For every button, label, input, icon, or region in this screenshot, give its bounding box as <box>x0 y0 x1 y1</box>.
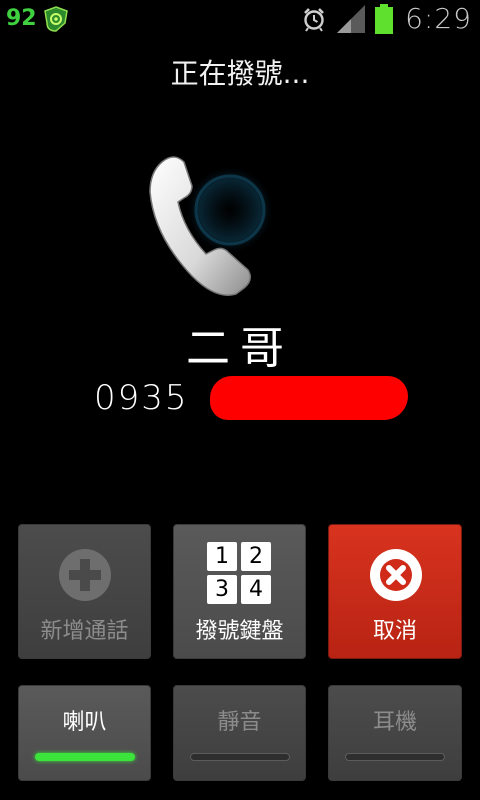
phone-number: 0935 <box>94 378 189 418</box>
status-clock: 6:29 <box>405 2 472 35</box>
mute-indicator <box>190 753 290 761</box>
key-2: 2 <box>241 542 271 571</box>
battery-icon <box>375 4 394 34</box>
shield-app-icon <box>43 6 68 32</box>
speaker-indicator <box>35 753 135 761</box>
signal-icon <box>337 5 366 33</box>
phone-handset-icon <box>149 156 274 296</box>
key-1: 1 <box>207 542 237 571</box>
x-circle-icon <box>370 549 422 601</box>
key-4: 4 <box>241 575 271 604</box>
keypad-icon: 1 2 3 4 <box>207 542 273 606</box>
call-status-text: 正在撥號... <box>170 57 310 90</box>
status-left: 92 <box>6 4 69 34</box>
speaker-toggle[interactable]: 喇叭 <box>18 685 151 781</box>
cancel-label: 取消 <box>372 619 417 644</box>
contact-name: 二哥 <box>186 323 294 374</box>
redaction-mark <box>210 376 408 420</box>
mute-label: 靜音 <box>217 710 262 735</box>
status-bar: 92 6:29 <box>0 0 480 38</box>
add-call-button[interactable]: 新增通話 <box>18 524 151 659</box>
alarm-clock-icon <box>304 8 325 32</box>
headset-indicator <box>345 753 445 761</box>
status-right: 6:29 <box>301 3 472 35</box>
headset-toggle[interactable]: 耳機 <box>328 685 462 781</box>
mute-toggle[interactable]: 靜音 <box>173 685 306 781</box>
battery-percent: 92 <box>6 6 37 31</box>
plus-circle-icon <box>59 549 111 601</box>
headset-label: 耳機 <box>372 710 417 735</box>
key-3: 3 <box>207 575 237 604</box>
in-call-screen: 92 6:29 正在撥號... 二哥 0935 新增通話 1 2 3 4 撥號鍵… <box>0 0 480 800</box>
add-call-label: 新增通話 <box>40 619 129 644</box>
keypad-button[interactable]: 1 2 3 4 撥號鍵盤 <box>173 524 306 659</box>
keypad-label: 撥號鍵盤 <box>195 619 284 644</box>
speaker-label: 喇叭 <box>62 710 107 735</box>
end-call-button[interactable]: 取消 <box>328 524 462 659</box>
